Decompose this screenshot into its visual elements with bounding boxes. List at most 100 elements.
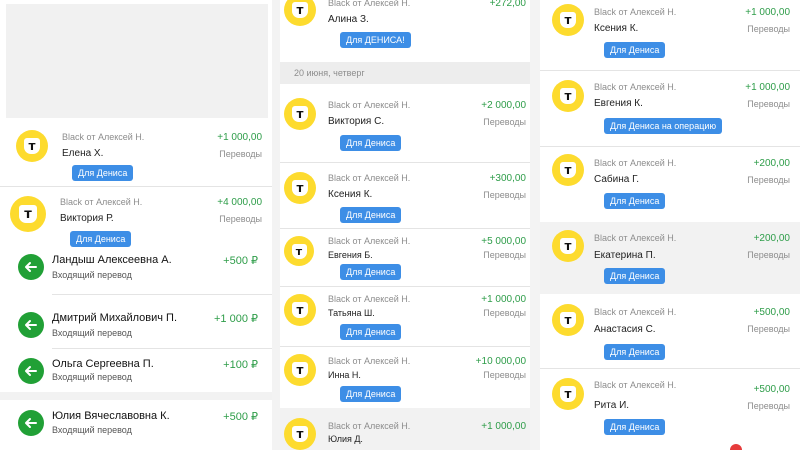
arrow-left-icon (18, 254, 44, 280)
transaction-category: Переводы (483, 250, 526, 260)
tinkoff-shield-icon: т (552, 4, 584, 36)
transaction-tag[interactable]: Для Дениса (340, 207, 402, 223)
transaction-category: Переводы (483, 190, 526, 200)
transaction-row[interactable]: т Black от Алексей Н. Сабина Г. +200,00 … (540, 148, 800, 220)
tinkoff-shield-icon: т (10, 196, 46, 232)
transaction-amount: +200,00 (753, 233, 790, 244)
transaction-row[interactable]: т Black от Алексей Н. Ксения К. +300,00 … (280, 164, 530, 226)
tinkoff-shield-icon: т (552, 304, 584, 336)
transaction-amount: +500,00 (753, 384, 790, 395)
transaction-row[interactable]: т Black от Алексей Н. Екатерина П. +200,… (540, 222, 800, 294)
divider (540, 368, 800, 369)
transaction-category: Переводы (747, 250, 790, 260)
transaction-sender: Black от Алексей Н. (328, 236, 411, 246)
transaction-amount: +1 000,00 (217, 132, 262, 143)
divider (280, 346, 530, 347)
transaction-category: Переводы (483, 370, 526, 380)
transaction-amount: +200,00 (753, 158, 790, 169)
transaction-tag[interactable]: Для Дениса (604, 419, 666, 435)
transaction-row[interactable]: т Black от Алексей Н. Юлия Д. +1 000,00 (280, 408, 530, 450)
right-screenshot-column: т Black от Алексей Н. Ксения К. +1 000,0… (540, 0, 800, 450)
transaction-name: Инна Н. (328, 370, 361, 380)
transaction-row[interactable]: т Black от Алексей Н. Татьяна Ш. +1 000,… (280, 288, 530, 344)
transaction-row[interactable]: т Black от Алексей Н. Инна Н. +10 000,00… (280, 348, 530, 404)
column-gap (272, 0, 280, 450)
incoming-subtitle: Входящий перевод (52, 372, 132, 382)
transaction-sender: Black от Алексей Н. (328, 100, 411, 110)
left-screenshot-column: т Black от Алексей Н. Елена Х. +1 000,00… (0, 0, 272, 450)
transaction-category: Переводы (747, 99, 790, 109)
spacer (0, 392, 272, 400)
tinkoff-shield-icon: т (284, 294, 316, 326)
incoming-transfer-row[interactable]: Дмитрий Михайлович П. Входящий перевод +… (0, 308, 272, 348)
transaction-tag[interactable]: Для Дениса (340, 135, 402, 151)
transaction-row[interactable]: т Black от Алексей Н. Евгения К. +1 000,… (540, 72, 800, 146)
divider (540, 70, 800, 71)
tinkoff-shield-icon: т (552, 154, 584, 186)
divider (52, 294, 272, 295)
transaction-row[interactable]: т Black от Алексей Н. Елена Х. +1 000,00… (0, 120, 272, 186)
tinkoff-shield-icon: т (284, 354, 316, 386)
transaction-tag[interactable]: Для Дениса (604, 344, 666, 360)
transaction-amount: +500,00 (753, 307, 790, 318)
transaction-tag[interactable]: Для Дениса (604, 42, 666, 58)
transaction-row[interactable]: т Black от Алексей Н. Анастасия С. +500,… (540, 296, 800, 368)
tinkoff-shield-icon: т (284, 172, 316, 204)
transaction-sender: Black от Алексей Н. (328, 173, 411, 183)
transaction-name: Елена Х. (62, 148, 104, 159)
transaction-row[interactable]: т Black от Алексей Н. Евгения Б. +5 000,… (280, 230, 530, 286)
transaction-name: Евгения К. (594, 98, 643, 109)
transaction-category: Переводы (747, 401, 790, 411)
transaction-name: Татьяна Ш. (328, 308, 375, 318)
incoming-transfer-row[interactable]: Ландыш Алексеевна А. Входящий перевод +5… (0, 250, 272, 290)
incoming-transfer-row[interactable]: Юлия Вячеславовна К. Входящий перевод +5… (0, 400, 272, 450)
incoming-name: Ландыш Алексеевна А. (52, 254, 172, 266)
divider (0, 186, 272, 187)
transaction-name: Алина З. (328, 14, 369, 25)
transaction-category: Переводы (219, 214, 262, 224)
transaction-sender: Black от Алексей Н. (328, 356, 411, 366)
transaction-category: Переводы (747, 175, 790, 185)
transaction-tag[interactable]: Для Дениса (72, 165, 134, 181)
incoming-transfer-row[interactable]: Ольга Сергеевна П. Входящий перевод +100… (0, 354, 272, 394)
incoming-amount: +500 ₽ (223, 255, 258, 267)
transaction-tag[interactable]: Для Дениса (340, 324, 402, 340)
transaction-sender: Black от Алексей Н. (328, 421, 411, 431)
transaction-row[interactable]: т Black от Алексей Н. Виктория Р. +4 000… (0, 188, 272, 250)
transaction-tag[interactable]: Для Дениса (604, 268, 666, 284)
transaction-category: Переводы (747, 24, 790, 34)
transaction-amount: +1 000,00 (481, 421, 526, 432)
transaction-tag[interactable]: Для Дениса (604, 193, 666, 209)
incoming-amount: +100 ₽ (223, 359, 258, 371)
transaction-tag[interactable]: Для Дениса (340, 264, 402, 280)
transaction-category: Переводы (483, 117, 526, 127)
transaction-sender: Black от Алексей Н. (594, 233, 677, 243)
transaction-name: Анастасия С. (594, 324, 656, 335)
transaction-amount: +2 000,00 (481, 100, 526, 111)
transaction-tag[interactable]: Для Дениса на операцию (604, 118, 723, 134)
transaction-amount: +272,00 (489, 0, 526, 9)
transaction-row[interactable]: т Black от Алексей Н. Алина З. +272,00 Д… (280, 0, 530, 52)
incoming-name: Ольга Сергеевна П. (52, 358, 154, 370)
date-header: 20 июня, четверг (280, 62, 530, 84)
transaction-name: Евгения Б. (328, 250, 373, 260)
transaction-sender: Black от Алексей Н. (594, 307, 677, 317)
transaction-sender: Black от Алексей Н. (594, 158, 677, 168)
arrow-left-icon (18, 358, 44, 384)
transaction-tag[interactable]: Для ДЕНИСА! (340, 32, 411, 48)
divider (280, 286, 530, 287)
transaction-amount: +10 000,00 (475, 356, 526, 367)
transaction-amount: +1 000,00 (745, 82, 790, 93)
transaction-name: Виктория Р. (60, 213, 114, 224)
transaction-amount: +300,00 (489, 173, 526, 184)
transaction-tag[interactable]: Для Дениса (70, 231, 132, 247)
arrow-left-icon (18, 410, 44, 436)
transaction-tag[interactable]: Для Дениса (340, 386, 402, 402)
transaction-sender: Black от Алексей Н. (328, 294, 411, 304)
transaction-row[interactable]: т Black от Алексей Н. Виктория С. +2 000… (280, 88, 530, 160)
transaction-name: Ксения К. (594, 23, 639, 34)
transaction-row[interactable]: т Black от Алексей Н. Ксения К. +1 000,0… (540, 0, 800, 72)
incoming-name: Дмитрий Михайлович П. (52, 312, 178, 324)
transaction-row[interactable]: т Black от Алексей Н. Рита И. +500,00 Пе… (540, 370, 800, 450)
transaction-category: Переводы (483, 308, 526, 318)
